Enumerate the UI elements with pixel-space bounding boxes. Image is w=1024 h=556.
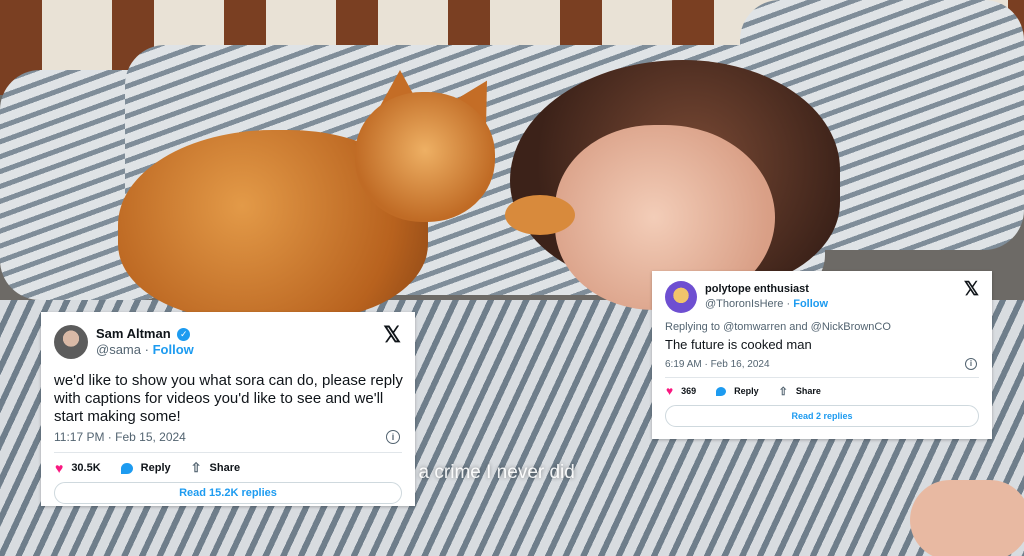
divider [665, 377, 979, 378]
cat-paw [505, 195, 575, 235]
tweet-timestamp[interactable]: 6:19 AM · Feb 16, 2024 [665, 359, 770, 370]
video-caption: f a crime I never did [408, 462, 575, 483]
like-count: 30.5K [71, 462, 101, 474]
follow-button[interactable]: Follow [793, 298, 828, 310]
share-label: Share [209, 462, 241, 474]
info-icon[interactable]: i [386, 430, 400, 444]
tweet-card-sama[interactable]: Sam Altman ✓ @sama · Follow 𝕏 we'd like … [41, 312, 415, 506]
verified-badge-icon: ✓ [177, 328, 191, 342]
author-handle[interactable]: @ThoronIsHere [705, 298, 783, 310]
like-button[interactable]: ♥ 369 [666, 384, 696, 398]
reply-icon [716, 386, 727, 396]
author-name[interactable]: Sam Altman [96, 326, 171, 341]
info-icon[interactable]: i [965, 358, 977, 370]
avatar[interactable] [54, 325, 88, 359]
reply-button[interactable]: Reply [120, 462, 171, 474]
author-name[interactable]: polytope enthusiast [705, 282, 828, 297]
heart-icon: ♥ [666, 384, 674, 398]
share-label: Share [795, 386, 821, 396]
tweet-card-thoron[interactable]: polytope enthusiast @ThoronIsHere · Foll… [652, 271, 992, 439]
separator-dot: · [786, 298, 791, 310]
reply-button[interactable]: Reply [716, 386, 759, 396]
share-icon: ⇧ [190, 460, 202, 475]
like-button[interactable]: ♥ 30.5K [55, 460, 101, 476]
cat-head [355, 92, 495, 222]
tweet-actions: ♥ 369 Reply ⇧ Share [666, 384, 841, 398]
divider [54, 452, 402, 453]
like-count: 369 [681, 386, 697, 396]
heart-icon: ♥ [55, 460, 64, 476]
share-button[interactable]: ⇧ Share [191, 460, 240, 476]
tweet-text: we'd like to show you what sora can do, … [54, 372, 403, 425]
avatar[interactable] [665, 281, 697, 313]
share-button[interactable]: ⇧ Share [779, 385, 821, 398]
read-replies-button[interactable]: Read 2 replies [665, 405, 979, 427]
read-replies-button[interactable]: Read 15.2K replies [54, 482, 402, 504]
reply-label: Reply [734, 386, 759, 396]
x-logo-icon[interactable]: 𝕏 [964, 278, 979, 301]
reply-label: Reply [140, 462, 171, 474]
share-icon: ⇧ [778, 385, 788, 398]
author-handle[interactable]: @sama [96, 342, 141, 357]
follow-button[interactable]: Follow [153, 342, 194, 357]
tweet-timestamp[interactable]: 11:17 PM · Feb 15, 2024 [54, 430, 186, 444]
woman-hand [910, 480, 1024, 556]
x-logo-icon[interactable]: 𝕏 [383, 322, 401, 348]
tweet-actions: ♥ 30.5K Reply ⇧ Share [55, 460, 260, 476]
reply-icon [120, 462, 133, 474]
replying-to: Replying to @tomwarren and @NickBrownCO [665, 321, 891, 333]
separator-dot: · [144, 342, 149, 357]
tweet-text: The future is cooked man [665, 337, 812, 352]
